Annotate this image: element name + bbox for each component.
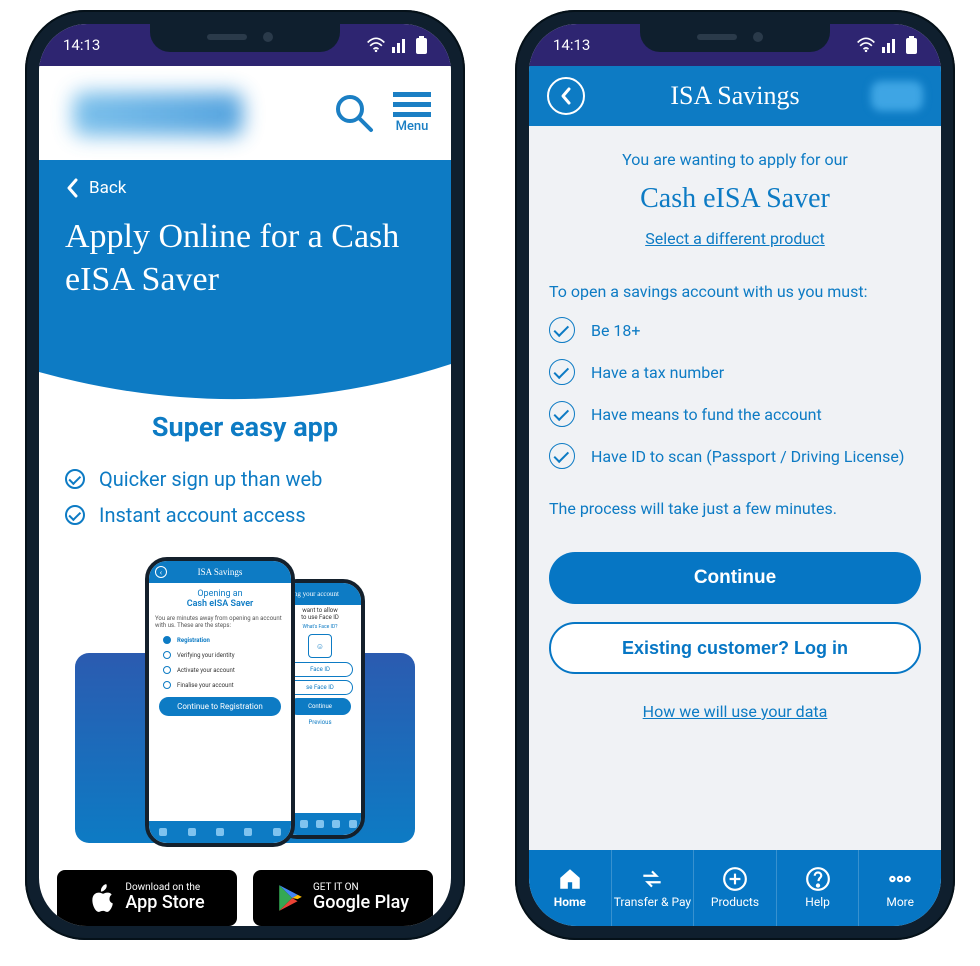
back-link[interactable]: Back: [65, 178, 425, 198]
signal-icon: [392, 37, 410, 53]
status-time: 14:13: [63, 36, 100, 54]
tab-home[interactable]: Home: [529, 850, 612, 926]
status-time: 14:13: [553, 36, 590, 54]
duration-text: The process will take just a few minutes…: [549, 499, 921, 518]
continue-button[interactable]: Continue: [549, 552, 921, 604]
brand-logo: [871, 81, 923, 111]
preview-phone-1: ‹ISA Savings Opening an Cash eISA Saver …: [145, 557, 295, 847]
app-preview-graphic: ‹ISA Savings Opening an Cash eISA Saver …: [75, 557, 415, 847]
app-store-badge[interactable]: Download on theApp Store: [57, 870, 237, 926]
app-title: ISA Savings: [670, 81, 799, 111]
check-icon: [549, 317, 575, 343]
app-titlebar: ISA Savings: [529, 66, 941, 126]
requirement-row: Have ID to scan (Passport / Driving Lice…: [549, 443, 921, 469]
bottom-tabbar: Home Transfer & Pay Products Help More: [529, 850, 941, 926]
benefit-row: Instant account access: [65, 503, 425, 527]
tab-transfer[interactable]: Transfer & Pay: [612, 850, 695, 926]
notch: [150, 22, 340, 52]
help-icon: [805, 866, 831, 892]
check-icon: [549, 359, 575, 385]
google-play-badge[interactable]: GET IT ONGoogle Play: [253, 870, 433, 926]
tab-products[interactable]: Products: [694, 850, 777, 926]
tab-help[interactable]: Help: [777, 850, 860, 926]
intro-text: You are wanting to apply for our: [549, 150, 921, 169]
check-icon: [65, 505, 85, 525]
existing-customer-button[interactable]: Existing customer? Log in: [549, 622, 921, 674]
data-usage-link[interactable]: How we will use your data: [549, 702, 921, 721]
benefit-text: Instant account access: [99, 503, 306, 527]
tab-more[interactable]: More: [859, 850, 941, 926]
app-content: You are wanting to apply for our Cash eI…: [529, 126, 941, 850]
check-icon: [549, 443, 575, 469]
hero-banner: Back Apply Online for a Cash eISA Saver: [39, 160, 451, 361]
requirement-row: Have a tax number: [549, 359, 921, 385]
requirement-row: Be 18+: [549, 317, 921, 343]
benefit-text: Quicker sign up than web: [99, 467, 322, 491]
wifi-icon: [856, 37, 876, 53]
transfer-icon: [639, 866, 665, 892]
wave-divider: [39, 361, 451, 407]
select-product-link[interactable]: Select a different product: [549, 229, 921, 248]
apple-icon: [89, 883, 115, 913]
page-title: Apply Online for a Cash eISA Saver: [65, 216, 425, 301]
section-title: Super easy app: [152, 411, 338, 443]
brand-logo: [73, 92, 243, 136]
home-icon: [557, 866, 583, 892]
menu-button[interactable]: Menu: [393, 92, 431, 134]
wifi-icon: [366, 37, 386, 53]
check-icon: [549, 401, 575, 427]
back-button[interactable]: [547, 77, 585, 115]
plus-circle-icon: [722, 866, 748, 892]
product-name: Cash eISA Saver: [549, 183, 921, 215]
menu-label: Menu: [396, 119, 429, 134]
notch: [640, 22, 830, 52]
search-icon[interactable]: [333, 92, 375, 134]
chevron-left-icon: [559, 86, 573, 106]
chevron-left-icon: [65, 178, 79, 198]
signal-icon: [882, 37, 900, 53]
phone-frame-left: 14:13 Menu Back Apply Online for a Cash …: [25, 10, 465, 940]
battery-icon: [416, 36, 427, 54]
battery-icon: [906, 36, 917, 54]
benefit-row: Quicker sign up than web: [65, 467, 425, 491]
hamburger-icon: [393, 92, 431, 117]
google-play-icon: [277, 884, 303, 912]
requirement-row: Have means to fund the account: [549, 401, 921, 427]
back-label: Back: [89, 178, 126, 198]
requirements-heading: To open a savings account with us you mu…: [549, 282, 921, 301]
more-icon: [887, 866, 913, 892]
store-badges: Download on theApp Store GET IT ONGoogle…: [39, 862, 451, 926]
phone-frame-right: 14:13 ISA Savings You are wanting to app…: [515, 10, 955, 940]
check-icon: [65, 469, 85, 489]
